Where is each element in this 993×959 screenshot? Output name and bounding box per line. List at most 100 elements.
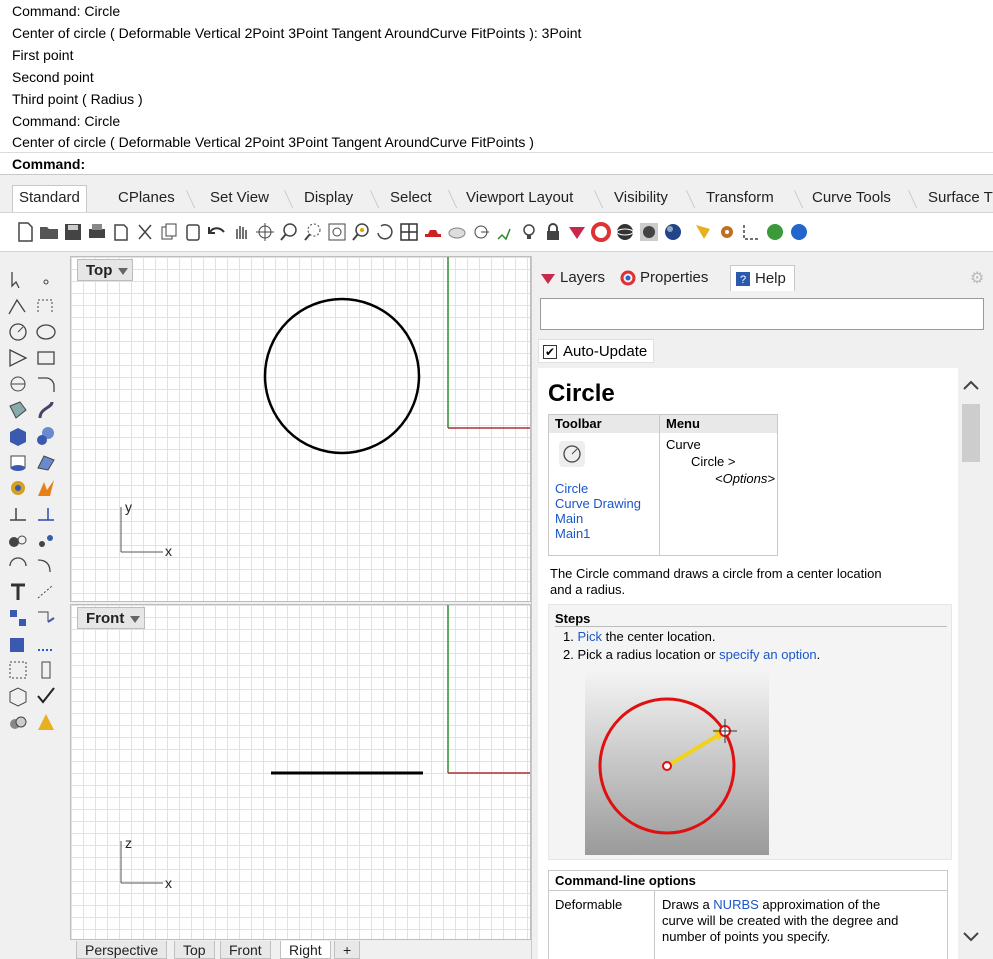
polygon-icon[interactable] [6,346,30,370]
help-globe-icon[interactable] [788,221,810,243]
light-bulb-icon[interactable] [518,221,540,243]
toolbar-link-main[interactable]: Main [555,511,583,527]
auto-update-checkbox[interactable]: ✔ Auto-Update [538,339,655,363]
light-icon[interactable] [692,221,714,243]
render-cone-icon[interactable] [34,710,58,734]
dim-blue-icon[interactable] [34,502,58,526]
tab-transform[interactable]: Transform [700,186,780,210]
spheres-icon[interactable] [34,424,58,448]
ellipse-icon[interactable] [34,320,58,344]
cylinder-icon[interactable] [6,450,30,474]
four-viewports-icon[interactable] [398,221,420,243]
undo-icon[interactable] [206,221,228,243]
save-icon[interactable] [62,221,84,243]
tab-visibility[interactable]: Visibility [608,186,674,210]
tab-layers[interactable]: Layers [536,265,605,291]
arc-icon[interactable] [6,372,30,396]
print-icon[interactable] [86,221,108,243]
scrollbar-thumb[interactable] [962,404,980,462]
flow-icon[interactable] [34,606,58,630]
shade-icon[interactable] [446,221,468,243]
mesh-icon[interactable] [34,450,58,474]
tab-front[interactable]: Front [220,941,271,959]
rotate-view-icon[interactable] [254,221,276,243]
lock-icon[interactable] [542,221,564,243]
tab-viewport-layout[interactable]: Viewport Layout [460,186,579,210]
chevron-down-icon[interactable] [130,615,141,623]
paste-icon[interactable] [182,221,204,243]
offset-icon[interactable] [6,554,30,578]
tower-icon[interactable] [34,658,58,682]
explode-icon[interactable] [34,476,58,500]
render-icon[interactable] [662,221,684,243]
globe-icon[interactable] [764,221,786,243]
distance-icon[interactable] [34,632,58,656]
curve-cv-icon[interactable] [34,294,58,318]
solid-box-icon[interactable] [6,632,30,656]
viewport-title-top[interactable]: Top [77,259,134,281]
toolbar-link-curve-drawing[interactable]: Curve Drawing [555,496,641,512]
viewport-top[interactable]: y x Top [70,256,531,602]
pick-link[interactable]: Pick [577,629,602,644]
viewport-front[interactable]: z x Front [70,604,531,940]
copy-icon[interactable] [158,221,180,243]
render-sphere-icon[interactable] [638,221,660,243]
tab-right[interactable]: Right [280,941,331,959]
cube-frame-icon[interactable] [6,684,30,708]
help-scrollbar[interactable] [958,368,993,959]
array-icon[interactable] [6,606,30,630]
new-file-icon[interactable] [14,221,36,243]
select-arrow-icon[interactable] [6,268,30,292]
chevron-down-icon[interactable] [118,267,129,275]
box-icon[interactable] [6,424,30,448]
tab-top[interactable]: Top [174,941,215,959]
rectangle-icon[interactable] [34,346,58,370]
boolean-icon[interactable] [6,710,30,734]
check-icon[interactable] [34,684,58,708]
add-viewport-button[interactable]: + [334,941,361,959]
zoom-window-icon[interactable] [302,221,324,243]
sphere-icon[interactable] [614,221,636,243]
layer-icon[interactable] [566,221,588,243]
tab-properties[interactable]: Properties [616,265,708,291]
points-on-icon[interactable] [34,580,58,604]
panel-options-icon[interactable]: ⚙ [970,268,984,288]
open-folder-icon[interactable] [38,221,60,243]
polyline-icon[interactable] [6,294,30,318]
scroll-up-icon[interactable] [962,378,980,392]
dimension-tool-icon[interactable] [6,502,30,526]
zoom-extents-icon[interactable] [326,221,348,243]
surface-icon[interactable] [6,398,30,422]
grid-points-icon[interactable] [6,658,30,682]
tab-display[interactable]: Display [298,186,359,210]
specify-option-link[interactable]: specify an option [719,647,817,662]
grid-snap-icon[interactable] [494,221,516,243]
nurbs-link[interactable]: NURBS [713,897,759,912]
group-icon[interactable] [6,528,30,552]
undo-view-icon[interactable] [374,221,396,243]
tab-surface-tools[interactable]: Surface T [922,186,993,210]
zoom-selected-icon[interactable] [350,221,372,243]
toolbar-link-main1[interactable]: Main1 [555,526,590,542]
circle-tool-icon[interactable] [6,320,30,344]
tab-set-view[interactable]: Set View [204,186,275,210]
tab-help[interactable]: ? Help [730,265,795,291]
command-prompt[interactable]: Command: [12,154,85,174]
zoom-icon[interactable] [278,221,300,243]
options-gear-icon[interactable] [716,221,738,243]
tab-curve-tools[interactable]: Curve Tools [806,186,897,210]
blend-icon[interactable] [34,554,58,578]
help-search-input[interactable] [540,298,984,330]
pan-hand-icon[interactable] [230,221,252,243]
tab-standard[interactable]: Standard [12,185,87,212]
gear-solid-icon[interactable] [6,476,30,500]
tab-perspective[interactable]: Perspective [76,941,168,959]
dimension-icon[interactable] [740,221,762,243]
import-icon[interactable] [110,221,132,243]
color-wheel-icon[interactable] [590,221,612,243]
point-icon[interactable] [34,268,58,292]
tab-cplanes[interactable]: CPlanes [112,186,181,210]
tab-select[interactable]: Select [384,186,438,210]
ungroup-icon[interactable] [34,528,58,552]
fillet-icon[interactable] [34,372,58,396]
